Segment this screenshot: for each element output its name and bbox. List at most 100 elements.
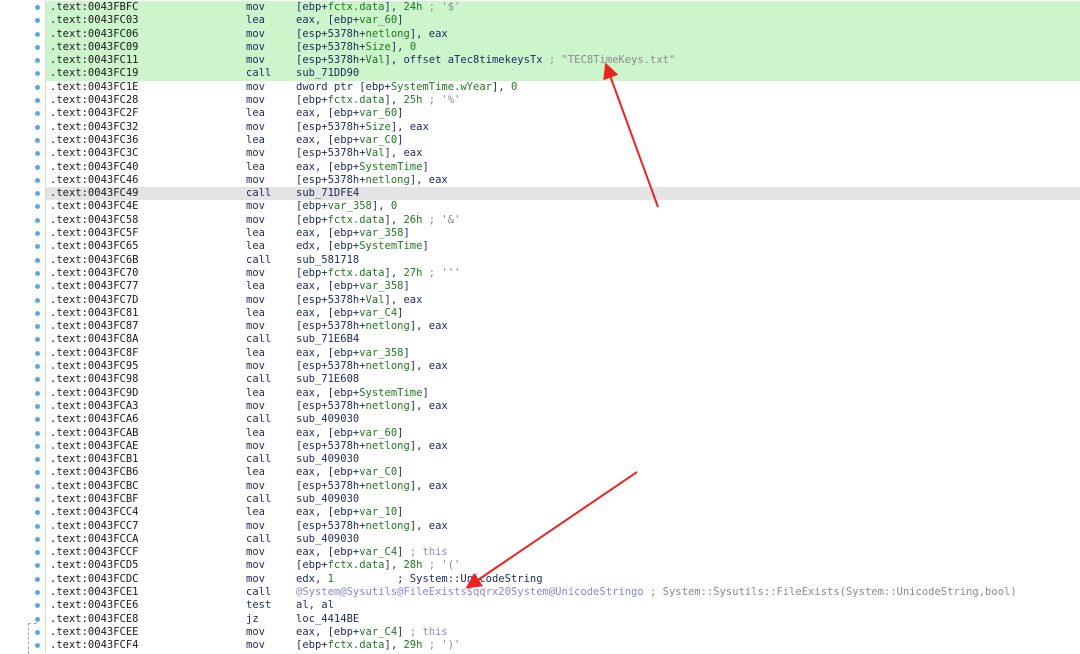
breakpoint-dot-icon[interactable] — [35, 470, 40, 476]
operand-token[interactable]: netlong — [366, 400, 410, 412]
breakpoint-dot-icon[interactable] — [35, 177, 40, 183]
breakpoint-dot-icon[interactable] — [35, 430, 40, 436]
listing-row[interactable]: .text:0043FC6B call sub_581718 — [0, 254, 1080, 267]
address[interactable]: .text:0043FCA6 — [50, 413, 139, 426]
listing-row[interactable]: .text:0043FC2F lea eax, [ebp+var_60] — [0, 107, 1080, 120]
operand-token[interactable]: ; this — [410, 546, 448, 558]
address[interactable]: .text:0043FC87 — [50, 320, 139, 333]
operand-token[interactable]: fctx.data — [328, 94, 385, 106]
address[interactable]: .text:0043FC5F — [50, 227, 139, 240]
operand-token[interactable]: fctx.data — [328, 559, 385, 571]
address[interactable]: .text:0043FCAE — [50, 440, 139, 453]
listing-row[interactable]: .text:0043FC06 mov [esp+5378h+netlong], ea… — [0, 27, 1080, 41]
operand-token[interactable]: 0 — [410, 41, 416, 53]
operand-token[interactable]: var_C0 — [359, 134, 397, 146]
listing-row[interactable]: .text:0043FC19 call sub_71DD90 — [0, 67, 1080, 81]
listing-row[interactable]: .text:0043FC09 mov [esp+5378h+Size], 0 — [0, 40, 1080, 55]
address[interactable]: .text:0043FC36 — [50, 134, 139, 147]
breakpoint-dot-icon[interactable] — [35, 84, 40, 90]
address[interactable]: .text:0043FC9D — [50, 387, 139, 400]
breakpoint-dot-icon[interactable] — [35, 629, 40, 635]
address[interactable]: .text:0043FC95 — [50, 360, 139, 373]
address[interactable]: .text:0043FC40 — [50, 161, 139, 174]
listing-row[interactable]: .text:0043FCBF call sub_409030 — [0, 493, 1080, 506]
breakpoint-dot-icon[interactable] — [35, 18, 40, 24]
operand-token[interactable]: SystemTime — [359, 161, 422, 173]
listing-row[interactable]: .text:0043FCA3 mov [esp+5378h+netlong], ea… — [0, 400, 1080, 413]
breakpoint-dot-icon[interactable] — [35, 603, 40, 609]
listing-row[interactable]: .text:0043FC87 mov [esp+5378h+netlong], ea… — [0, 320, 1080, 333]
address[interactable]: .text:0043FC8A — [50, 333, 139, 346]
operand-token[interactable]: var_60 — [359, 107, 397, 119]
listing-row[interactable]: .text:0043FBFC mov [ebp+fctx.data], 24h ; … — [0, 1, 1080, 15]
breakpoint-dot-icon[interactable] — [35, 98, 40, 104]
address[interactable]: .text:0043FC49 — [50, 187, 139, 200]
breakpoint-dot-icon[interactable] — [35, 284, 40, 290]
operand-token[interactable]: Val — [366, 147, 385, 159]
operand-token[interactable]: ; this — [410, 626, 448, 638]
breakpoint-dot-icon[interactable] — [35, 590, 40, 596]
listing-row[interactable]: .text:0043FCBC mov [esp+5378h+netlong], ea… — [0, 480, 1080, 493]
operand-token[interactable]: netlong — [366, 320, 410, 332]
address[interactable]: .text:0043FC19 — [50, 67, 139, 80]
address[interactable]: .text:0043FCD5 — [50, 559, 139, 572]
address[interactable]: .text:0043FCAB — [50, 427, 139, 440]
operand-token[interactable]: 0 — [511, 81, 517, 93]
operand-token[interactable]: netlong — [366, 440, 410, 452]
address[interactable]: .text:0043FC8F — [50, 347, 139, 360]
listing-row[interactable]: .text:0043FC7D mov [esp+5378h+Val], eax — [0, 294, 1080, 307]
breakpoint-dot-icon[interactable] — [35, 364, 40, 370]
breakpoint-dot-icon[interactable] — [35, 111, 40, 117]
listing-row[interactable]: .text:0043FCE8 jz loc_4414BE — [0, 613, 1080, 626]
breakpoint-dot-icon[interactable] — [35, 204, 40, 210]
listing-row[interactable]: .text:0043FC98 call sub_71E608 — [0, 373, 1080, 386]
breakpoint-dot-icon[interactable] — [35, 417, 40, 423]
disassembly-listing[interactable]: .text:0043FBFC mov [ebp+fctx.data], 24h ; … — [0, 1, 1080, 653]
listing-row[interactable]: .text:0043FC3C mov [esp+5378h+Val], eax — [0, 147, 1080, 160]
address[interactable]: .text:0043FCE8 — [50, 613, 139, 626]
operand-token[interactable]: Size — [366, 121, 391, 133]
operand-token[interactable]: fctx.data — [328, 639, 385, 651]
operand-token[interactable]: SystemTime — [359, 240, 422, 252]
breakpoint-dot-icon[interactable] — [35, 550, 40, 556]
listing-row[interactable]: .text:0043FCCF mov eax, [ebp+var_C4] ; thi… — [0, 546, 1080, 559]
breakpoint-dot-icon[interactable] — [35, 483, 40, 489]
operand-token[interactable]: Val — [366, 54, 385, 66]
operand-token[interactable]: SystemTime — [359, 387, 422, 399]
breakpoint-dot-icon[interactable] — [35, 310, 40, 316]
operand-token[interactable]: 27h — [403, 267, 422, 279]
operand-token[interactable]: 24h — [403, 1, 422, 13]
address[interactable]: .text:0043FCB1 — [50, 453, 139, 466]
listing-row[interactable]: .text:0043FC9D lea eax, [ebp+SystemTime] — [0, 387, 1080, 400]
address[interactable]: .text:0043FCA3 — [50, 400, 139, 413]
operand-token[interactable]: var_358 — [359, 280, 403, 292]
listing-row[interactable]: .text:0043FCC4 lea eax, [ebp+var_10] — [0, 506, 1080, 519]
address[interactable]: .text:0043FCCA — [50, 533, 139, 546]
operand-token[interactable]: netlong — [366, 28, 410, 40]
address[interactable]: .text:0043FCE1 — [50, 586, 139, 599]
operand-token[interactable]: var_60 — [359, 14, 397, 26]
breakpoint-dot-icon[interactable] — [35, 403, 40, 409]
operand-token[interactable]: var_C4 — [359, 626, 397, 638]
listing-row[interactable]: .text:0043FC77 lea eax, [ebp+var_358] — [0, 280, 1080, 293]
listing-row[interactable]: .text:0043FC58 mov [ebp+fctx.data], 26h ; … — [0, 214, 1080, 227]
operand-token[interactable]: 26h — [403, 214, 422, 226]
listing-row[interactable]: .text:0043FC36 lea eax, [ebp+var_C0] — [0, 134, 1080, 147]
address[interactable]: .text:0043FC6B — [50, 254, 139, 267]
breakpoint-dot-icon[interactable] — [35, 350, 40, 356]
address[interactable]: .text:0043FC3C — [50, 147, 139, 160]
operand-token[interactable]: fctx.data — [328, 214, 385, 226]
address[interactable]: .text:0043FC2F — [50, 107, 139, 120]
listing-row[interactable]: .text:0043FCD5 mov [ebp+fctx.data], 28h ; … — [0, 559, 1080, 572]
address[interactable]: .text:0043FCB6 — [50, 466, 139, 479]
operand-token[interactable]: fctx.data — [328, 1, 385, 13]
address[interactable]: .text:0043FC11 — [50, 54, 139, 67]
operand-token[interactable]: 28h — [403, 559, 422, 571]
address[interactable]: .text:0043FC1E — [50, 81, 139, 94]
listing-row[interactable]: .text:0043FC65 lea edx, [ebp+SystemTime] — [0, 240, 1080, 253]
breakpoint-dot-icon[interactable] — [35, 151, 40, 157]
breakpoint-dot-icon[interactable] — [35, 563, 40, 569]
address[interactable]: .text:0043FCC4 — [50, 506, 139, 519]
breakpoint-dot-icon[interactable] — [35, 257, 40, 263]
breakpoint-dot-icon[interactable] — [35, 58, 40, 64]
